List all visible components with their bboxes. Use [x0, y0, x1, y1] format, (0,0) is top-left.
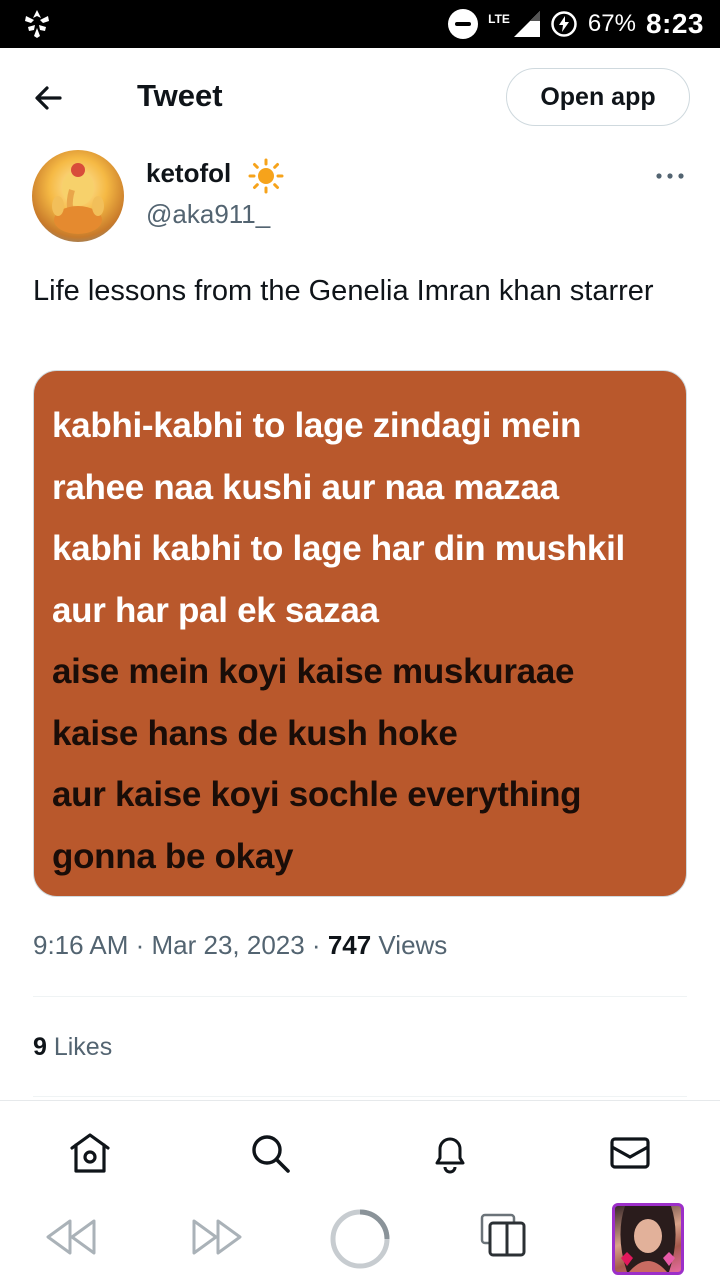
likes-link[interactable]: 9 Likes [33, 1033, 112, 1062]
bottom-nav [0, 1100, 720, 1200]
image-text-line: aur kaise koyi sochle everything [52, 775, 582, 814]
bell-icon[interactable] [428, 1131, 472, 1175]
arrow-left-icon[interactable] [30, 78, 70, 118]
views-count: 747 [327, 930, 372, 960]
sun-emoji-icon [248, 158, 284, 194]
tabs-icon[interactable] [478, 1211, 528, 1261]
network-type: LTE [488, 12, 510, 26]
more-dots-icon[interactable] [654, 164, 686, 188]
tweet-meta: 9:16 AM · Mar 23, 2023 · 747 Views [33, 930, 447, 961]
author-name[interactable]: ketofol [146, 158, 231, 189]
app-logo-icon [25, 10, 49, 38]
open-app-button[interactable]: Open app [506, 68, 690, 126]
home-icon[interactable] [68, 1131, 112, 1175]
search-icon[interactable] [248, 1131, 292, 1175]
likes-count: 9 [33, 1033, 47, 1061]
top-header: Tweet Open app [0, 48, 720, 148]
tweet-text: Life lessons from the Genelia Imran khan… [33, 275, 654, 307]
browser-toolbar [0, 1195, 720, 1280]
profile-thumbnail[interactable] [612, 1203, 684, 1275]
likes-label: Likes [46, 1033, 113, 1061]
fast-forward-icon[interactable] [190, 1217, 244, 1257]
status-bar: LTE 67% 8:23 [0, 0, 720, 48]
page-title: Tweet [137, 78, 223, 113]
image-text-line: kabhi kabhi to lage har din mushkil [52, 529, 625, 568]
views-label: Views [371, 930, 448, 960]
loading-spinner-icon[interactable] [328, 1207, 392, 1271]
divider [33, 996, 687, 997]
mail-icon[interactable] [608, 1131, 652, 1175]
profile-photo-image [620, 1206, 676, 1272]
avatar[interactable] [32, 150, 124, 242]
image-text-line: kabhi-kabhi to lage zindagi mein [52, 406, 582, 445]
battery-percent: 67% [587, 10, 636, 37]
battery-saver-icon [551, 11, 577, 37]
do-not-disturb-icon [448, 9, 479, 39]
rewind-icon[interactable] [44, 1217, 98, 1257]
image-text-line: aur har pal ek sazaa [52, 590, 379, 630]
author-handle[interactable]: @aka911_ [146, 199, 270, 230]
tweet-image[interactable]: kabhi-kabhi to lage zindagi mein rahee n… [33, 370, 687, 897]
avatar-image [52, 163, 104, 234]
image-text-line: kaise hans de kush hoke [52, 713, 458, 753]
image-text-line: aise mein koyi kaise muskuraae [52, 652, 575, 691]
image-text-line: gonna be okay [52, 836, 294, 876]
clock: 8:23 [645, 8, 704, 39]
divider [33, 1096, 687, 1097]
image-text-line: rahee naa kushi aur naa mazaa [52, 467, 559, 507]
timestamp[interactable]: 9:16 AM · Mar 23, 2023 · [33, 930, 328, 960]
signal-icon [513, 11, 540, 37]
